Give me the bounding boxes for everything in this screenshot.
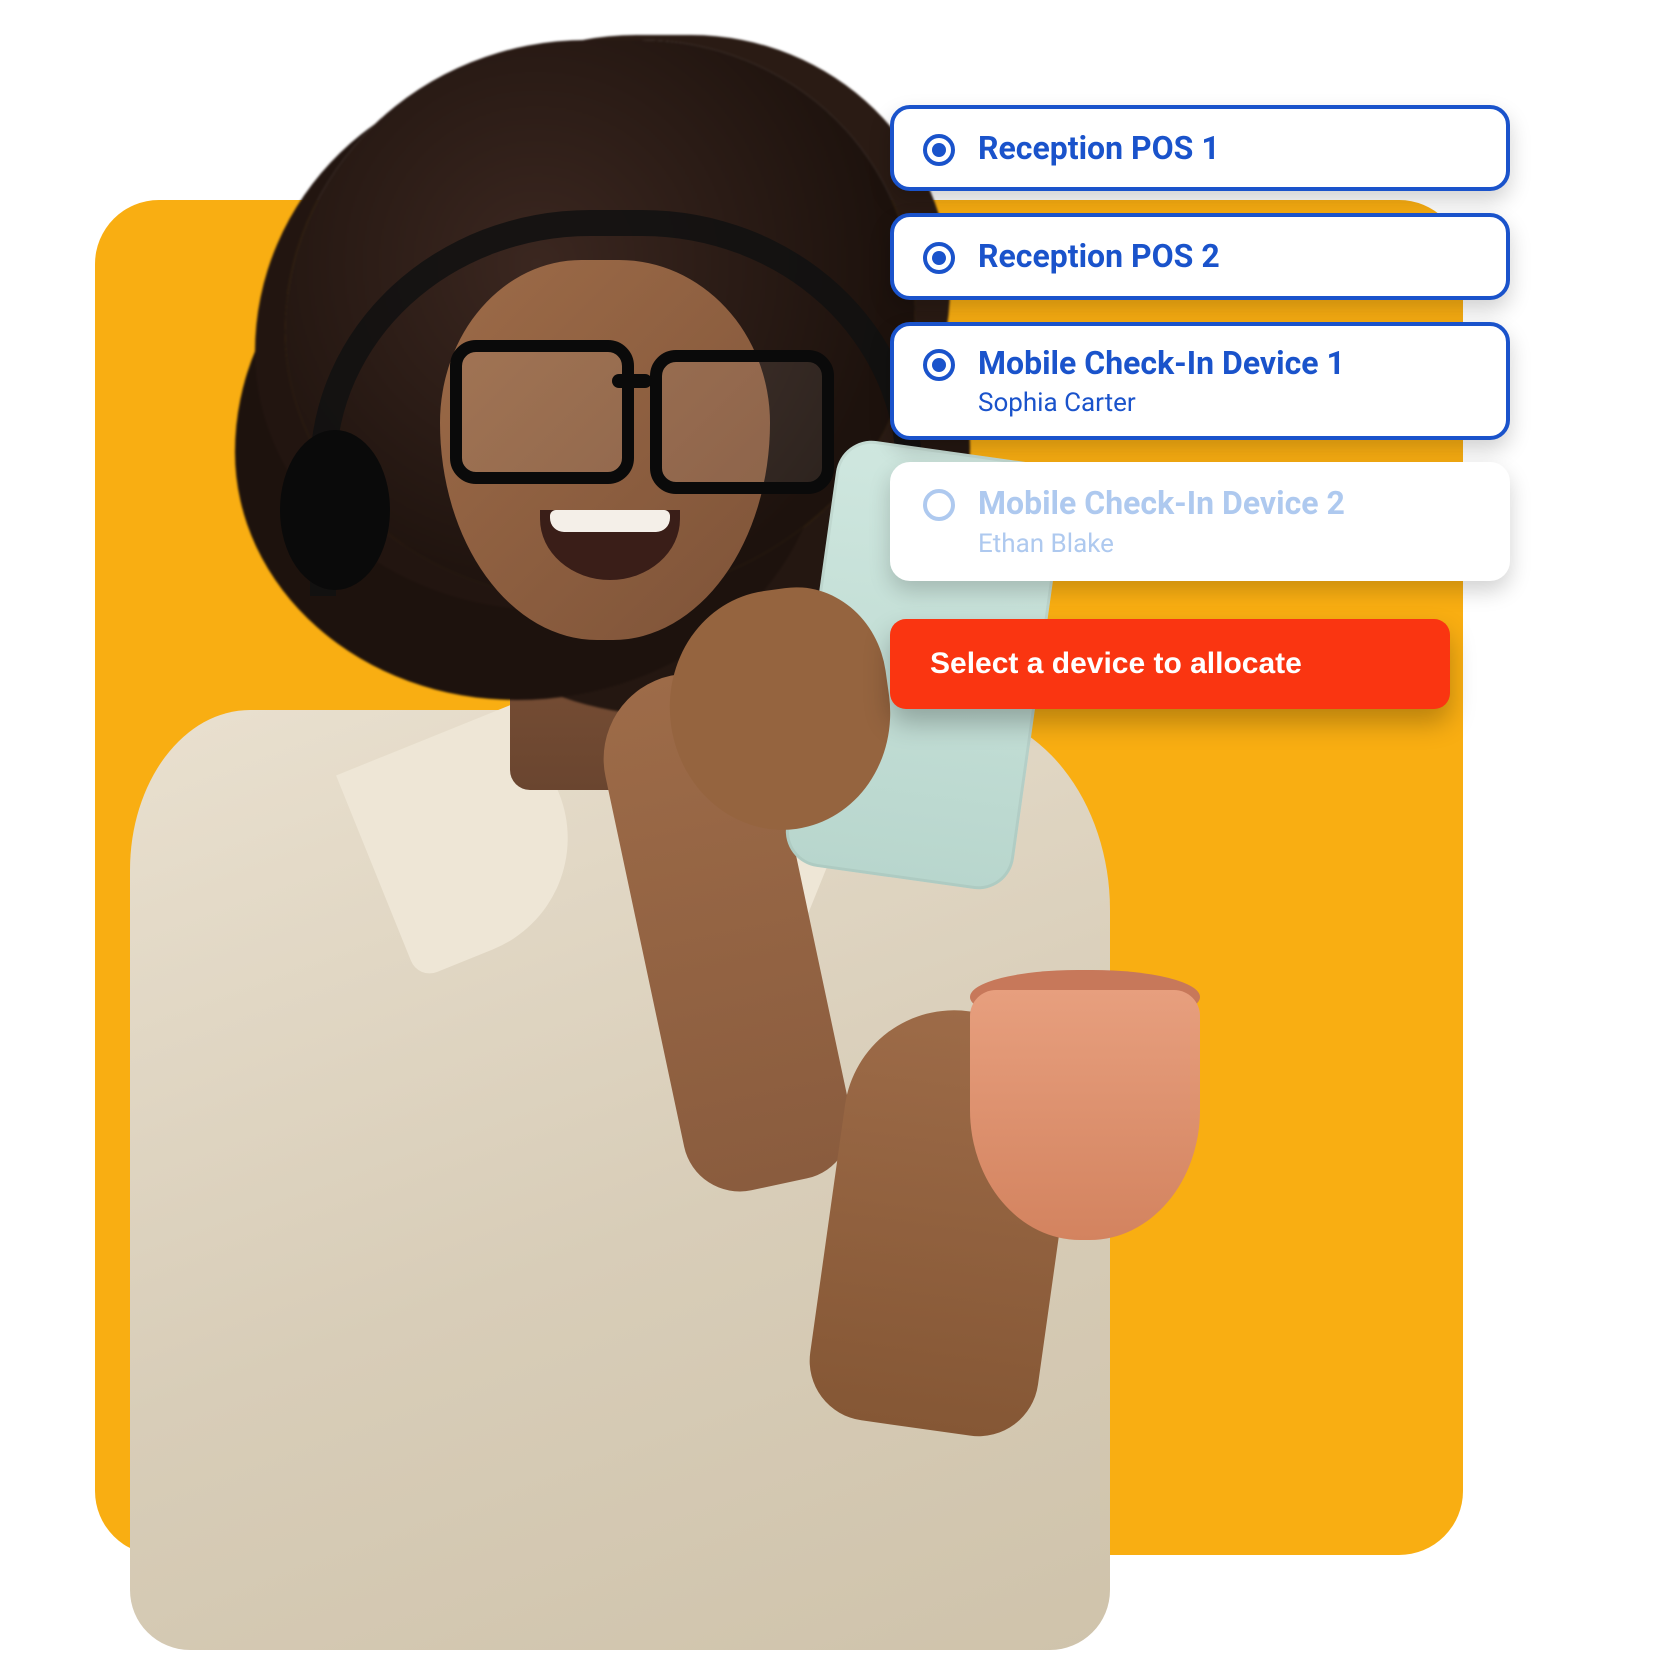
allocate-device-button[interactable]: Select a device to allocate [890,619,1450,709]
radio-selected-icon [922,348,956,382]
device-option-reception-pos-2[interactable]: Reception POS 2 [890,213,1510,299]
radio-selected-icon [922,241,956,275]
device-option-mobile-checkin-1[interactable]: Mobile Check-In Device 1 Sophia Carter [890,322,1510,440]
device-option-assignee: Ethan Blake [978,529,1345,559]
device-option-mobile-checkin-2[interactable]: Mobile Check-In Device 2 Ethan Blake [890,462,1510,580]
device-option-label: Mobile Check-In Device 2 [978,484,1345,522]
device-option-label: Reception POS 1 [978,129,1220,167]
device-option-label: Reception POS 2 [978,237,1220,275]
radio-unselected-icon [922,488,956,522]
radio-selected-icon [922,133,956,167]
device-option-reception-pos-1[interactable]: Reception POS 1 [890,105,1510,191]
device-option-assignee: Sophia Carter [978,388,1345,418]
device-option-label: Mobile Check-In Device 1 [978,344,1345,382]
device-option-list: Reception POS 1 Reception POS 2 Mobile C… [890,105,1510,709]
